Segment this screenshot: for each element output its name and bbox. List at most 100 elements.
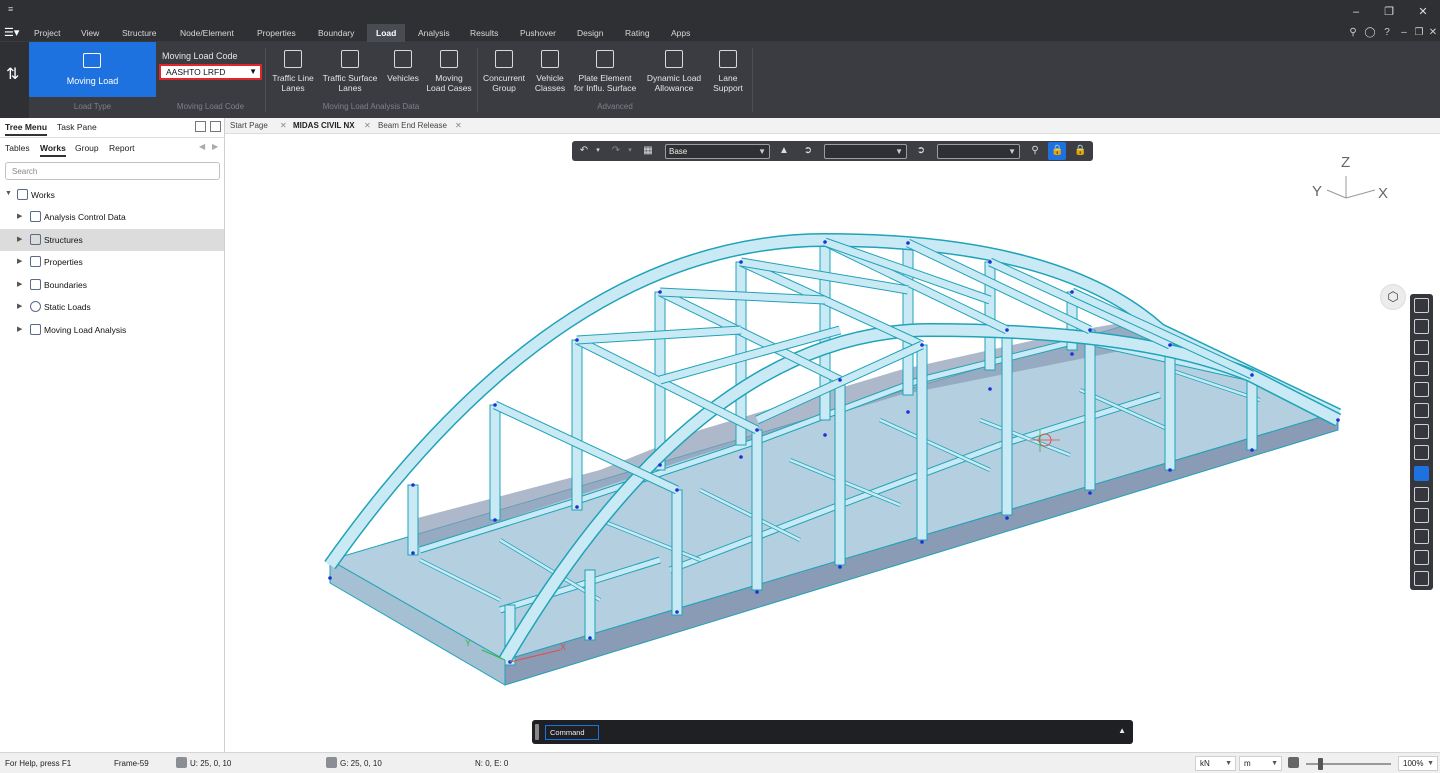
settings-icon[interactable] xyxy=(1288,757,1299,768)
quick-access-icon[interactable]: ≡ xyxy=(8,4,13,14)
lock-button[interactable]: 🔒 xyxy=(1048,142,1066,160)
select-icon[interactable]: ➲ xyxy=(802,145,814,157)
layout-split-icon[interactable] xyxy=(210,121,221,132)
grip-handle[interactable] xyxy=(535,724,539,740)
tab-report[interactable]: Report xyxy=(109,143,135,153)
community-icon[interactable]: ◯ xyxy=(1364,27,1376,39)
tree-item-analysis-control-data[interactable]: ▶ Analysis Control Data xyxy=(0,206,224,228)
tab-properties[interactable]: Properties xyxy=(251,24,302,42)
lane-support-button[interactable]: Lane Support xyxy=(707,50,749,93)
search-icon[interactable]: ⚲ xyxy=(1347,27,1359,39)
zoom-select[interactable]: 100% ▼ xyxy=(1398,756,1438,771)
dynamic-load-allowance-button[interactable]: Dynamic Load Allowance xyxy=(643,50,705,93)
expand-arrow-icon[interactable]: ▶ xyxy=(17,325,22,333)
collapse-arrow-icon[interactable]: ▼ xyxy=(5,190,12,197)
query-icon[interactable] xyxy=(1414,529,1429,544)
expand-arrow-icon[interactable]: ▶ xyxy=(17,257,22,265)
display-icon[interactable] xyxy=(1414,550,1429,565)
close-tab-icon[interactable]: ✕ xyxy=(364,121,371,130)
doc-restore-icon[interactable]: ❐ xyxy=(1413,27,1425,39)
load-group-select[interactable]: ▼ xyxy=(937,144,1020,159)
plate-element-influence-button[interactable]: Plate Element for Influ. Surface xyxy=(571,50,639,93)
redo-dropdown-icon[interactable]: ▾ xyxy=(624,145,636,157)
tree-item-properties[interactable]: ▶ Properties xyxy=(0,251,224,273)
snap-icon[interactable] xyxy=(1414,487,1429,502)
help-icon[interactable]: ? xyxy=(1381,27,1393,39)
select-polygon-icon[interactable] xyxy=(1414,340,1429,355)
zoom-icon[interactable]: ⚲ xyxy=(1029,145,1041,157)
load-select-icon[interactable]: ➲ xyxy=(915,145,927,157)
moving-load-cases-button[interactable]: Moving Load Cases xyxy=(424,50,474,93)
tree-item-moving-load-analysis[interactable]: ▶ Moving Load Analysis xyxy=(0,319,224,341)
tab-design[interactable]: Design xyxy=(571,24,609,42)
tree-item-structures[interactable]: ▶ Structures xyxy=(0,229,224,251)
doc-tab-start-page[interactable]: Start Page xyxy=(230,121,268,130)
tab-project[interactable]: Project xyxy=(28,24,66,42)
boundary-group-select[interactable]: ▼ xyxy=(824,144,907,159)
force-unit-select[interactable]: kN ▼ xyxy=(1195,756,1236,771)
filter-icon[interactable]: ▲ xyxy=(778,145,790,157)
select-window-icon[interactable] xyxy=(1414,319,1429,334)
layout-icon[interactable] xyxy=(195,121,206,132)
moving-load-button[interactable]: Moving Load xyxy=(29,42,156,97)
tree-item-static-loads[interactable]: ▶ Static Loads xyxy=(0,296,224,318)
select-intersect-icon[interactable] xyxy=(1414,361,1429,376)
redo-icon[interactable]: ↷ xyxy=(610,145,622,157)
bridge-model[interactable]: Y X xyxy=(226,134,1440,752)
expand-arrow-icon[interactable]: ▶ xyxy=(17,235,22,243)
unlock-icon[interactable]: 🔒 xyxy=(1074,145,1086,157)
unselect-icon[interactable] xyxy=(1414,508,1429,523)
tab-pushover[interactable]: Pushover xyxy=(514,24,562,42)
close-icon[interactable]: ✕ xyxy=(1416,5,1430,19)
undo-dropdown-icon[interactable]: ▾ xyxy=(592,145,604,157)
tab-works[interactable]: Works xyxy=(40,143,66,157)
tab-load[interactable]: Load xyxy=(367,24,406,42)
tab-tables[interactable]: Tables xyxy=(5,143,30,153)
tab-apps[interactable]: Apps xyxy=(665,24,696,42)
select-volume-icon[interactable] xyxy=(1414,403,1429,418)
ribbon-toggle-button[interactable]: ⇅ xyxy=(0,42,29,118)
concurrent-group-button[interactable]: Concurrent Group xyxy=(480,50,528,93)
unit-system-icon[interactable]: ▦ xyxy=(642,145,654,157)
scroll-left-icon[interactable]: ◀ xyxy=(199,142,205,151)
minimize-icon[interactable]: – xyxy=(1349,5,1363,19)
expand-arrow-icon[interactable]: ▶ xyxy=(17,212,22,220)
command-input[interactable]: Command xyxy=(545,725,599,740)
close-tab-icon[interactable]: ✕ xyxy=(455,121,462,130)
select-single-icon[interactable] xyxy=(1414,298,1429,313)
length-unit-select[interactable]: m ▼ xyxy=(1239,756,1282,771)
model-viewport[interactable]: Y X xyxy=(226,134,1440,752)
doc-tab-midas-civil-nx[interactable]: MIDAS CIVIL NX xyxy=(293,121,355,130)
select-plane-icon[interactable] xyxy=(1414,382,1429,397)
view-cube-button[interactable]: ⬡ xyxy=(1380,284,1406,310)
close-tab-icon[interactable]: ✕ xyxy=(280,121,287,130)
search-input[interactable]: Search xyxy=(5,162,220,180)
select-identity-icon[interactable] xyxy=(1414,466,1429,481)
main-menu-icon[interactable]: ☰▾ xyxy=(4,26,19,39)
vehicle-classes-button[interactable]: Vehicle Classes xyxy=(531,50,569,93)
tab-task-pane[interactable]: Task Pane xyxy=(57,122,97,132)
tab-analysis[interactable]: Analysis xyxy=(412,24,456,42)
tree-item-boundaries[interactable]: ▶ Boundaries xyxy=(0,274,224,296)
tab-results[interactable]: Results xyxy=(464,24,504,42)
expand-arrow-icon[interactable]: ▶ xyxy=(17,280,22,288)
tab-view[interactable]: View xyxy=(75,24,105,42)
tab-boundary[interactable]: Boundary xyxy=(312,24,360,42)
tab-tree-menu[interactable]: Tree Menu xyxy=(5,122,48,136)
vehicles-button[interactable]: Vehicles xyxy=(384,50,422,83)
doc-close-icon[interactable]: ✕ xyxy=(1427,27,1439,39)
traffic-surface-lanes-button[interactable]: Traffic Surface Lanes xyxy=(320,50,380,93)
expand-arrow-icon[interactable]: ▶ xyxy=(17,302,22,310)
doc-minimize-icon[interactable]: – xyxy=(1398,27,1410,39)
render-icon[interactable] xyxy=(1414,571,1429,586)
select-previous-icon[interactable] xyxy=(1414,424,1429,439)
traffic-line-lanes-button[interactable]: Traffic Line Lanes xyxy=(270,50,316,93)
scroll-right-icon[interactable]: ▶ xyxy=(212,142,218,151)
tree-root-works[interactable]: ▼ Works xyxy=(0,184,224,206)
expand-up-icon[interactable]: ▲ xyxy=(1118,726,1126,735)
undo-icon[interactable]: ↶ xyxy=(578,145,590,157)
tab-group[interactable]: Group xyxy=(75,143,99,153)
select-all-icon[interactable] xyxy=(1414,445,1429,460)
structure-group-select[interactable]: Base ▼ xyxy=(665,144,770,159)
moving-load-code-select[interactable]: AASHTO LRFD ▼ xyxy=(159,64,262,80)
